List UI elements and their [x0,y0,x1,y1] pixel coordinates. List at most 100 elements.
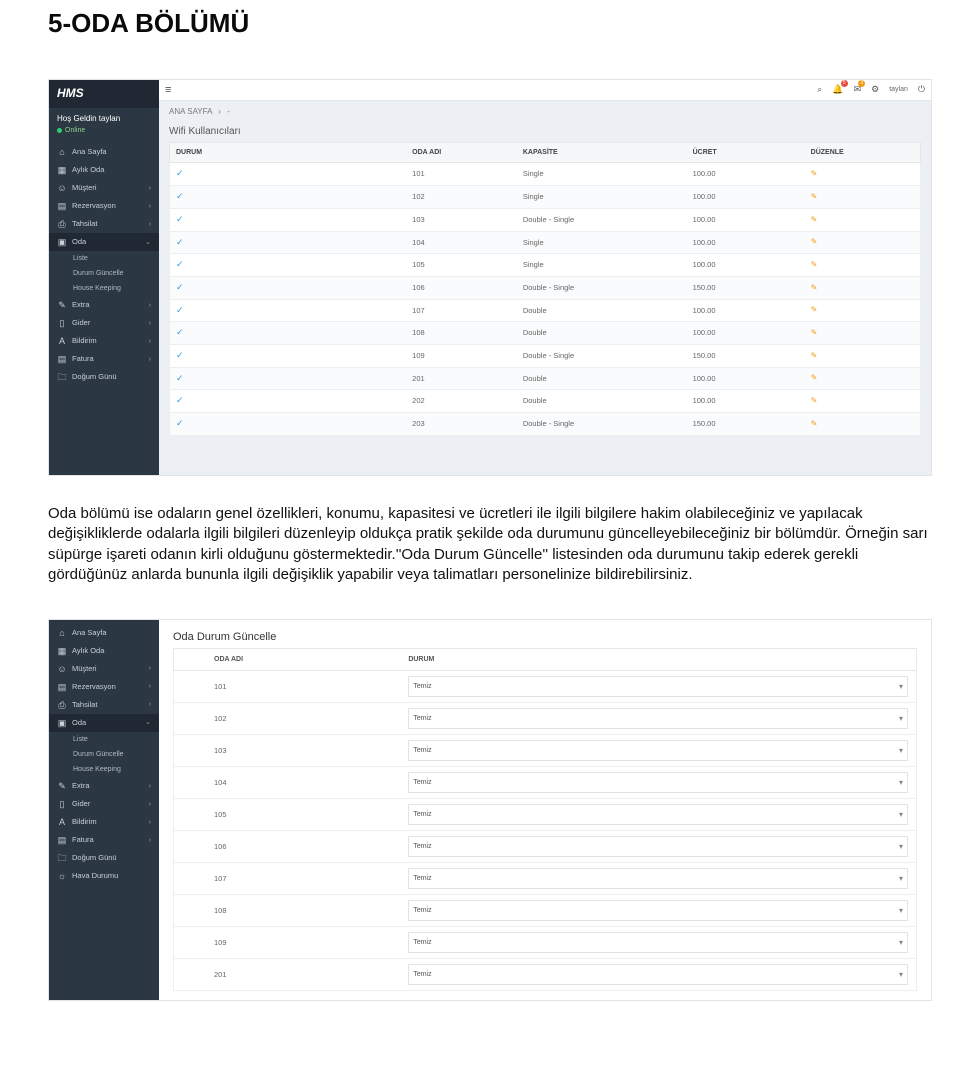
cell-ucret: 100.00 [693,260,811,270]
chevron-right-icon: › [145,301,151,310]
nav-musteri[interactable]: ☺Müşteri› [49,660,159,678]
bell-icon[interactable]: 🔔5 [832,84,843,96]
nav-bildirim[interactable]: ABildirim› [49,332,159,350]
breadcrumb-item: - [227,107,230,116]
status-select[interactable]: Temiz [408,804,908,825]
edit-icon[interactable]: ✎ [811,192,818,201]
nav-fatura[interactable]: ▤Fatura› [49,350,159,368]
status-select[interactable]: Temiz [408,868,908,889]
nav-tahsilat[interactable]: ⎙Tahsilat› [49,696,159,714]
edit-icon[interactable]: ✎ [811,351,818,360]
nav-gider[interactable]: ▯Gider› [49,314,159,332]
dashboard-icon: ⌂ [57,147,67,157]
nav-dogum-gunu[interactable]: 🗀 Doğum Günü [49,849,159,867]
nav-ana-sayfa[interactable]: ⌂Ana Sayfa [49,143,159,161]
main-area: Oda Durum Güncelle ODA ADI DURUM 101Temi… [159,620,931,1000]
topbar-user[interactable]: taylan [889,85,908,94]
table-row: ✓202Double100.00✎ [169,390,921,413]
edit-icon[interactable]: ✎ [811,215,818,224]
edit-icon[interactable]: ✎ [811,396,818,405]
nav-hava-durumu[interactable]: ☼Hava Durumu [49,867,159,885]
table-row: ✓201Double100.00✎ [169,368,921,391]
chevron-right-icon: › [145,184,151,193]
subnav-house-keeping[interactable]: House Keeping [49,281,159,296]
status-select[interactable]: Temiz [408,900,908,921]
notif-badge: 3 [858,80,865,87]
nav-aylik-oda[interactable]: ▦Aylık Oda [49,161,159,179]
nav-musteri[interactable]: ☺Müşteri› [49,179,159,197]
status-select[interactable]: Temiz [408,964,908,985]
nav-label: Doğum Günü [72,372,117,382]
nav-label: Müşteri [72,183,97,193]
nav-label: Doğum Günü [72,853,117,863]
table-row: ✓101Single100.00✎ [169,163,921,186]
subnav-house-keeping[interactable]: House Keeping [49,762,159,777]
status-select[interactable]: Temiz [408,676,908,697]
edit-icon[interactable]: ✎ [811,169,818,178]
cake-icon: 🗀 [57,853,67,863]
subnav-liste[interactable]: Liste [49,251,159,266]
edit-icon[interactable]: ✎ [811,328,818,337]
edit-icon[interactable]: ✎ [811,237,818,246]
power-icon[interactable]: ⏻ [918,84,925,96]
edit-icon[interactable]: ✎ [811,260,818,269]
nav-tahsilat[interactable]: ⎙Tahsilat› [49,215,159,233]
nav-aylik-oda[interactable]: ▦Aylık Oda [49,642,159,660]
nav-label: Extra [72,781,90,791]
status-select[interactable]: Temiz [408,836,908,857]
edit-icon[interactable]: ✎ [811,283,818,292]
cell-oda: 108 [412,328,523,338]
nav-dogum-gunu[interactable]: 🗀Doğum Günü [49,368,159,386]
cell-oda: 107 [412,306,523,316]
doc-icon: ▯ [57,799,67,809]
check-icon: ✓ [176,373,184,383]
gear-icon[interactable]: ⚙ [871,84,879,96]
table-row: 108Temiz [173,895,917,927]
hamburger-icon[interactable]: ≡ [165,83,171,97]
nav-gider[interactable]: ▯Gider› [49,795,159,813]
status-select[interactable]: Temiz [408,932,908,953]
subnav-durum-guncelle[interactable]: Durum Güncelle [49,747,159,762]
status-select[interactable]: Temiz [408,772,908,793]
nav-rezervasyon[interactable]: ▤Rezervasyon› [49,678,159,696]
chevron-right-icon: › [145,337,151,346]
edit-icon: ✎ [57,300,67,310]
chevron-right-icon: › [145,355,151,364]
cell-kapasite: Single [523,260,693,270]
nav-oda[interactable]: ▣Oda⌄ [49,714,159,732]
nav-label: Rezervasyon [72,201,116,211]
mail-icon[interactable]: ✉3 [854,84,862,96]
cell-oda: 203 [412,419,523,429]
check-icon: ✓ [176,191,184,201]
bell-icon: A [57,336,67,346]
status-select[interactable]: Temiz [408,708,908,729]
chevron-down-icon: ⌄ [141,238,151,247]
status-select[interactable]: Temiz [408,740,908,761]
cell-ucret: 100.00 [693,169,811,179]
edit-icon[interactable]: ✎ [811,419,818,428]
cell-kapasite: Double - Single [523,215,693,225]
nav-rezervasyon[interactable]: ▤Rezervasyon› [49,197,159,215]
chevron-right-icon: › [218,107,221,116]
nav-oda[interactable]: ▣Oda⌄ [49,233,159,251]
chevron-right-icon: › [145,319,151,328]
weather-icon: ☼ [57,871,67,881]
subnav-liste[interactable]: Liste [49,732,159,747]
nav: ⌂Ana Sayfa ▦Aylık Oda ☺Müşteri› ▤Rezerva… [49,624,159,885]
nav-ana-sayfa[interactable]: ⌂Ana Sayfa [49,624,159,642]
edit-icon[interactable]: ✎ [811,305,818,314]
search-icon[interactable]: ⌕ [817,84,822,96]
th-ucret: ÜCRET [693,148,811,157]
subnav-durum-guncelle[interactable]: Durum Güncelle [49,266,159,281]
nav-extra[interactable]: ✎Extra› [49,777,159,795]
breadcrumb-item[interactable]: ANA SAYFA [169,107,212,116]
nav-label: Fatura [72,354,94,364]
edit-icon[interactable]: ✎ [811,373,818,382]
screenshot-room-status: ⌂Ana Sayfa ▦Aylık Oda ☺Müşteri› ▤Rezerva… [48,619,932,1001]
nav-fatura[interactable]: ▤Fatura› [49,831,159,849]
nav-bildirim[interactable]: ABildirim› [49,813,159,831]
panel: Oda Durum Güncelle ODA ADI DURUM 101Temi… [159,620,931,999]
table-row: 106Temiz [173,831,917,863]
nav-extra[interactable]: ✎Extra› [49,296,159,314]
check-icon: ✓ [176,168,184,178]
